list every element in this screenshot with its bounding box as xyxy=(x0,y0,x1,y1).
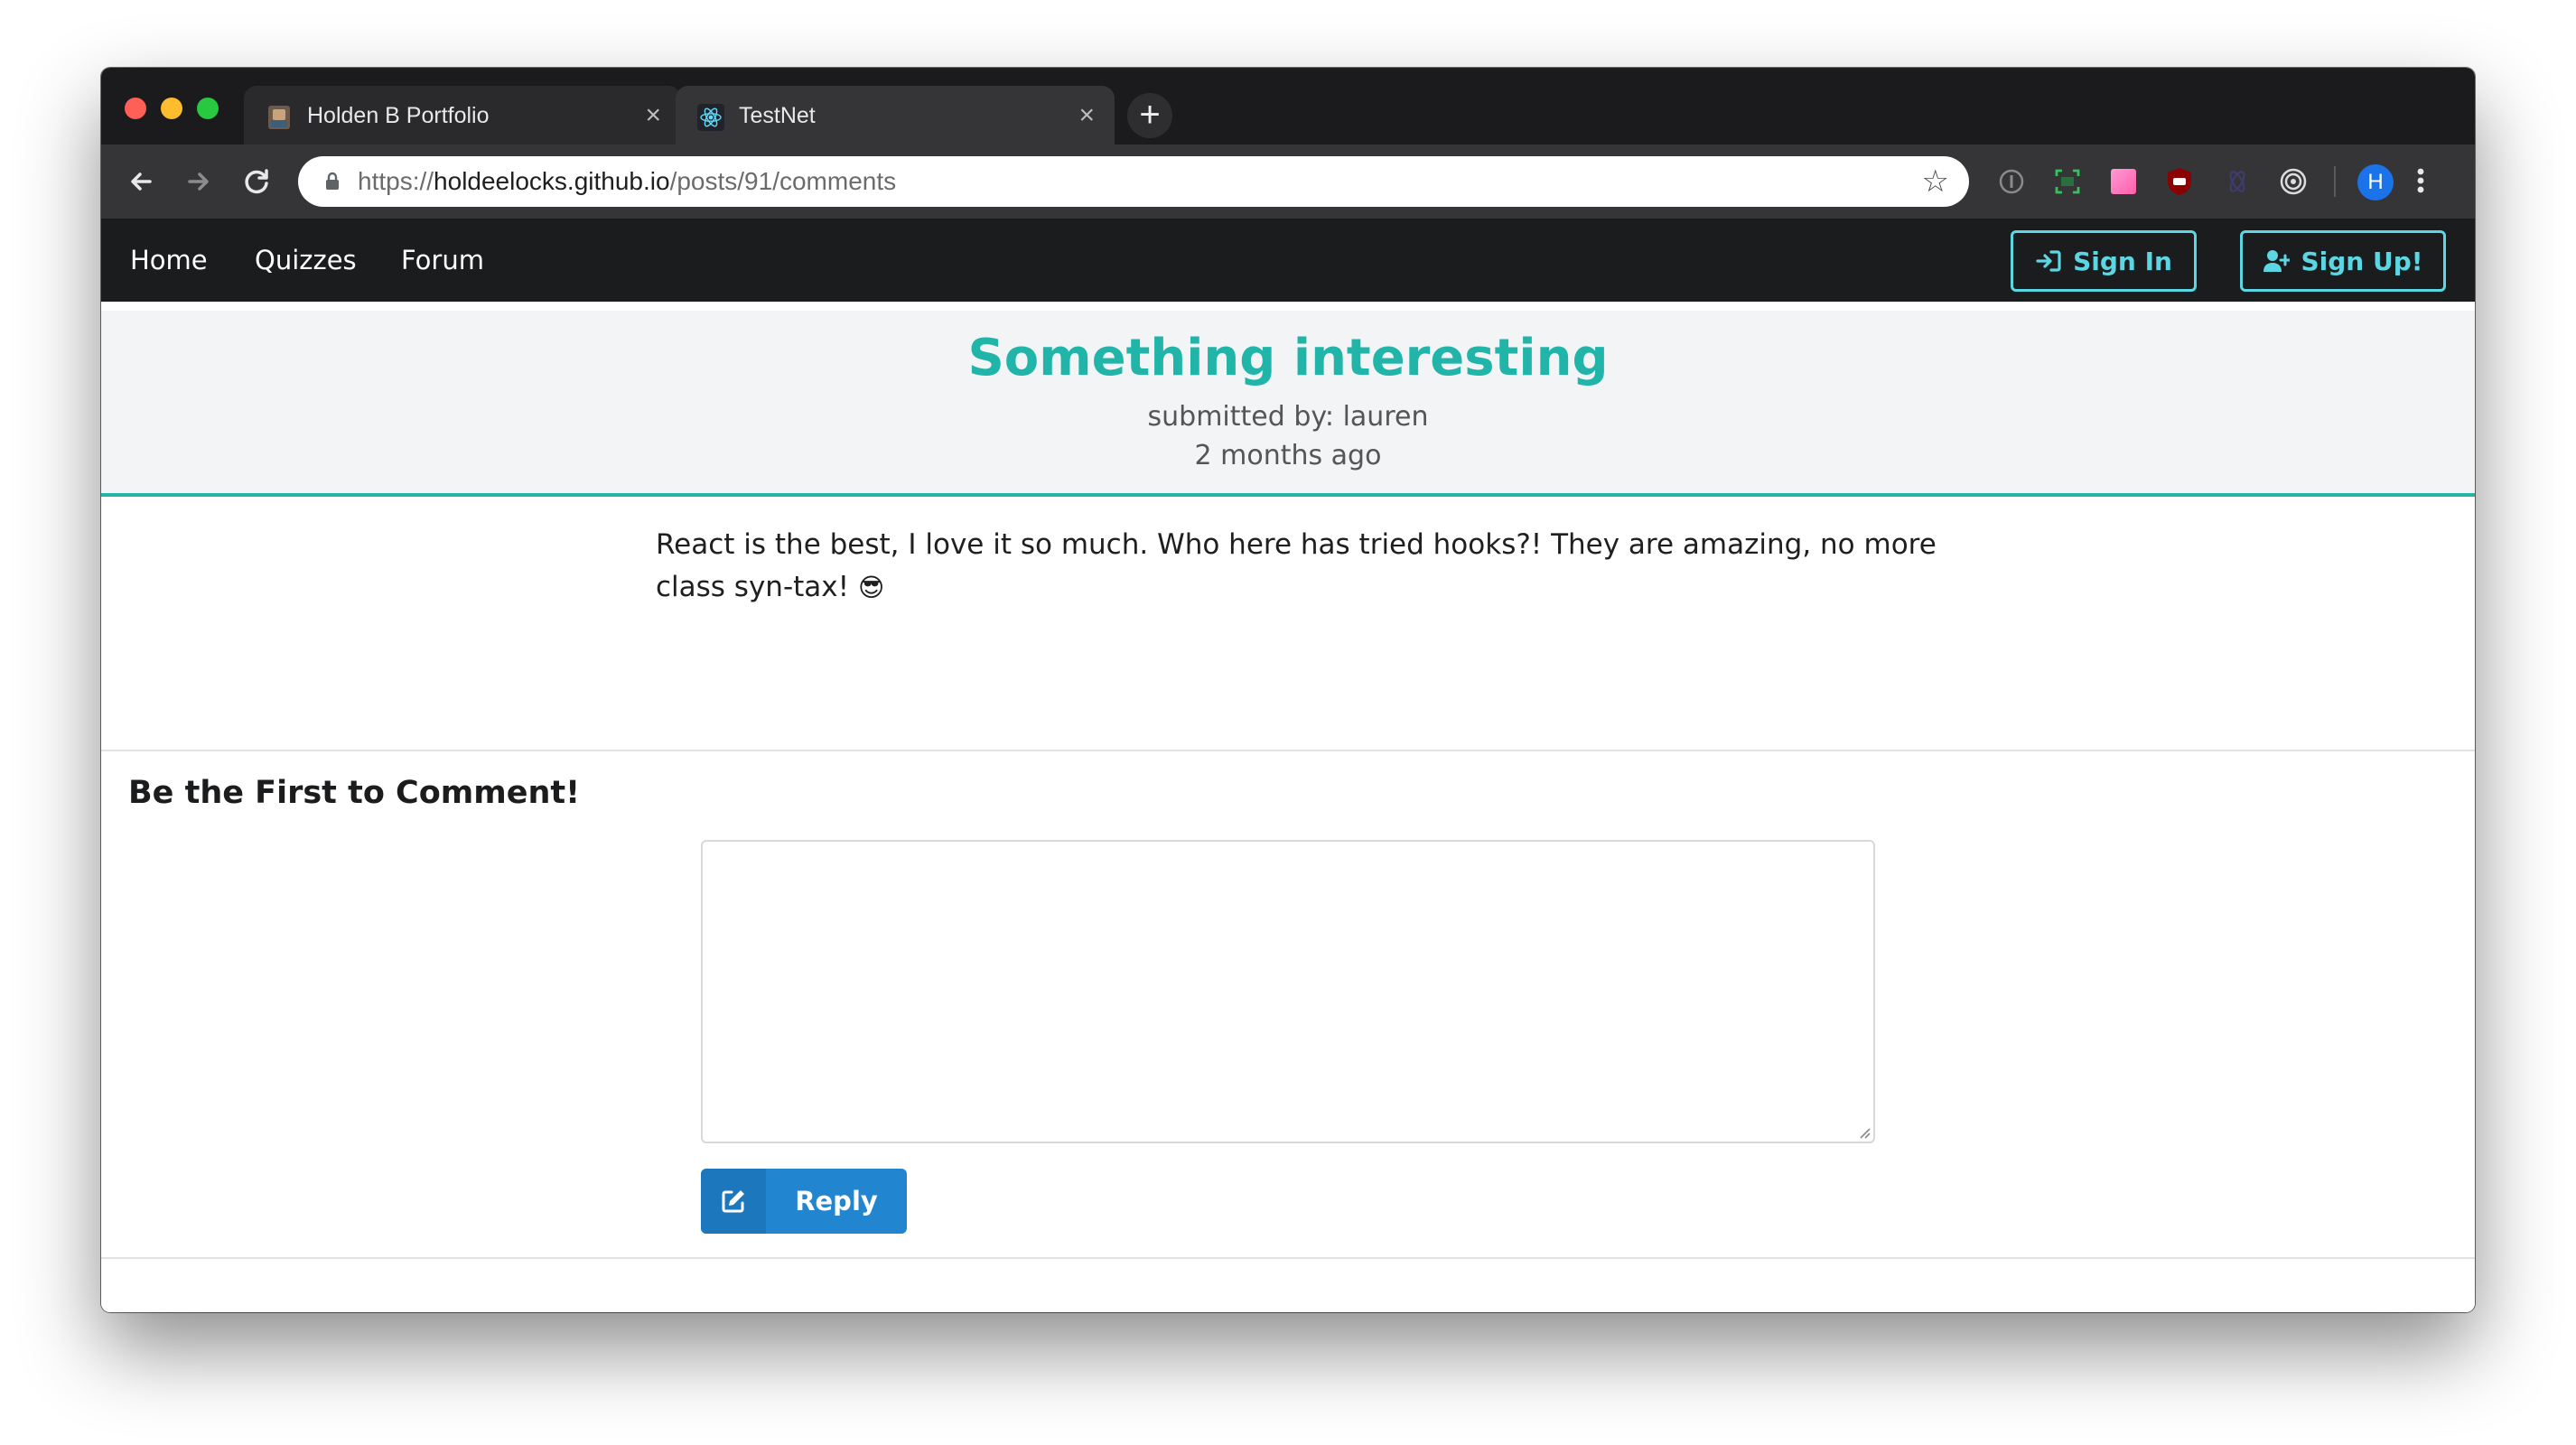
sign-in-icon xyxy=(2036,250,2061,272)
comments-heading: Be the First to Comment! xyxy=(128,775,581,811)
reload-button[interactable] xyxy=(238,163,275,200)
reply-icon-wrap xyxy=(701,1169,766,1234)
close-window-button[interactable] xyxy=(125,98,146,119)
url-host: holdeelocks.github.io xyxy=(434,167,670,195)
profile-avatar[interactable]: H xyxy=(2357,164,2394,200)
site-navbar: Home Quizzes Forum Sign In Sign Up! xyxy=(101,219,2475,302)
portfolio-favicon-icon xyxy=(268,106,290,129)
ublock-extension-icon[interactable] xyxy=(2164,166,2195,197)
reload-icon xyxy=(245,169,268,194)
target-extension-icon[interactable] xyxy=(2278,166,2309,197)
post-body: React is the best, I love it so much. Wh… xyxy=(656,524,1938,609)
arrow-right-icon xyxy=(188,172,209,191)
tab-title: Holden B Portfolio xyxy=(307,103,490,128)
tab-close-icon[interactable]: × xyxy=(645,102,661,129)
divider xyxy=(101,1257,2475,1259)
sign-up-label: Sign Up! xyxy=(2301,246,2423,276)
back-button[interactable] xyxy=(123,163,159,200)
minimize-window-button[interactable] xyxy=(161,98,182,119)
react-favicon-icon xyxy=(697,104,724,131)
address-bar[interactable]: https://holdeelocks.github.io/posts/91/c… xyxy=(298,156,1969,207)
url-text: https://holdeelocks.github.io/posts/91/c… xyxy=(358,168,896,195)
star-icon[interactable]: ☆ xyxy=(1922,165,1949,198)
url-scheme: https:// xyxy=(358,167,434,195)
nav-link-forum[interactable]: Forum xyxy=(401,244,484,276)
tab-holden-portfolio[interactable]: Holden B Portfolio × xyxy=(244,86,681,144)
divider xyxy=(101,750,2475,751)
post-title: Something interesting xyxy=(967,329,1609,387)
reply-label: Reply xyxy=(795,1186,878,1217)
comment-textarea[interactable] xyxy=(701,840,1875,1143)
desktop: Holden B Portfolio × TestNet × + https:/… xyxy=(0,0,2576,1445)
info-extension-icon[interactable] xyxy=(1996,166,2027,197)
post-body-text: React is the best, I love it so much. Wh… xyxy=(656,528,1937,603)
sign-up-button[interactable]: Sign Up! xyxy=(2240,230,2446,292)
add-user-icon xyxy=(2263,250,2291,272)
nav-link-home[interactable]: Home xyxy=(130,244,208,276)
browser-toolbar: https://holdeelocks.github.io/posts/91/c… xyxy=(101,144,2475,219)
screenshot-extension-icon[interactable] xyxy=(2052,166,2083,197)
tab-close-icon[interactable]: × xyxy=(1078,102,1095,129)
tab-title: TestNet xyxy=(739,103,816,128)
new-tab-button[interactable]: + xyxy=(1127,93,1172,138)
sign-in-label: Sign In xyxy=(2073,246,2172,276)
reply-button[interactable]: Reply xyxy=(701,1169,907,1234)
sunglasses-emoji-icon: 😎 xyxy=(857,573,885,602)
sign-in-button[interactable]: Sign In xyxy=(2011,230,2197,292)
edit-icon xyxy=(722,1190,744,1213)
post-date: 2 months ago xyxy=(1194,440,1382,471)
tab-testnet[interactable]: TestNet × xyxy=(676,86,1115,144)
forward-button[interactable] xyxy=(181,163,217,200)
toolbar-divider xyxy=(2334,166,2336,197)
nav-link-quizzes[interactable]: Quizzes xyxy=(255,244,357,276)
page-content: Home Quizzes Forum Sign In Sign Up! Some… xyxy=(101,219,2475,1312)
resize-handle-icon[interactable] xyxy=(1855,1123,1871,1140)
gradient-extension-icon[interactable] xyxy=(2108,166,2139,197)
tab-strip: Holden B Portfolio × TestNet × + xyxy=(101,68,2475,144)
vertical-dots-icon[interactable] xyxy=(2412,163,2430,207)
react-devtools-icon[interactable] xyxy=(2222,166,2253,197)
post-header: Something interesting submitted by: laur… xyxy=(101,311,2475,497)
post-author: submitted by: lauren xyxy=(1147,401,1429,433)
arrow-left-icon xyxy=(131,172,152,191)
maximize-window-button[interactable] xyxy=(197,98,219,119)
url-path: /posts/91/comments xyxy=(669,167,897,195)
browser-window: Holden B Portfolio × TestNet × + https:/… xyxy=(101,68,2475,1312)
lock-icon xyxy=(326,172,339,190)
